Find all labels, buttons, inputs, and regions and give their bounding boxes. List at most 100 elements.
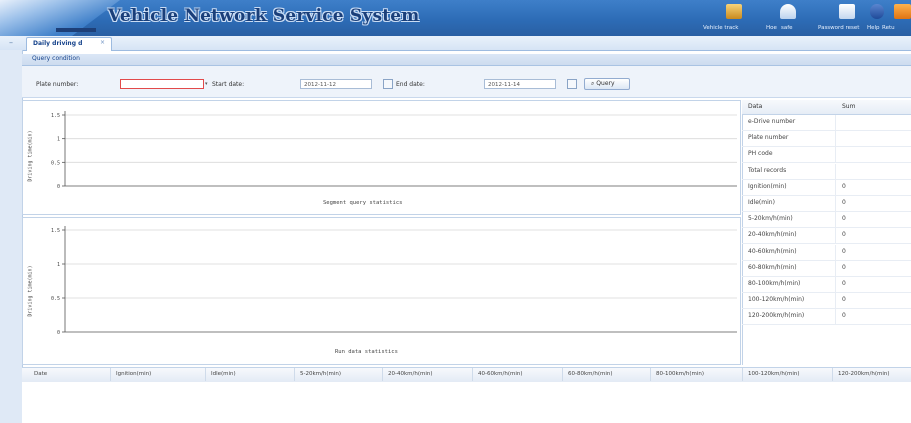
run-data-chart-svg: 0 0.5 1 1.5 xyxy=(51,226,737,336)
end-calendar-icon[interactable] xyxy=(567,79,577,89)
summary-row[interactable]: Total records xyxy=(742,163,911,180)
summary-row[interactable]: PH code xyxy=(742,147,911,164)
summary-row-divider xyxy=(835,244,836,260)
start-calendar-icon[interactable] xyxy=(383,79,393,89)
brand-logo xyxy=(56,28,96,32)
summary-row-value: 0 xyxy=(842,280,846,287)
summary-row[interactable]: Plate number xyxy=(742,131,911,148)
chart-title: Run data statistics xyxy=(335,349,398,355)
query-heading: Query condition xyxy=(32,55,80,62)
query-button[interactable]: ⌕ Query xyxy=(584,78,630,90)
app-title: Vehicle Network Service System xyxy=(108,6,420,26)
help-link[interactable]: Help xyxy=(867,25,880,31)
summary-row-divider xyxy=(835,179,836,195)
detail-col-divider xyxy=(382,368,383,381)
summary-row-value: 0 xyxy=(842,263,846,271)
summary-row-value: 0 xyxy=(842,247,846,255)
return-link[interactable]: Retu xyxy=(882,25,895,31)
plate-number-input[interactable] xyxy=(120,79,204,89)
summary-row-divider xyxy=(835,115,836,130)
detail-grid-body xyxy=(22,382,911,423)
help-icon[interactable] xyxy=(870,4,884,19)
summary-row-value: 0 xyxy=(842,231,846,239)
end-date-input[interactable]: 2012-11-14 xyxy=(484,79,556,89)
summary-row-key: 120-200km/h(min) xyxy=(748,312,805,320)
detail-col-header[interactable]: 40-60km/h(min) xyxy=(478,371,523,377)
summary-row[interactable]: 5-20km/h(min) 0 xyxy=(742,212,911,229)
summary-col-sum[interactable]: Sum xyxy=(842,103,855,110)
plate-dropdown-icon[interactable]: ▾ xyxy=(205,81,208,87)
summary-row[interactable]: e-Drive number xyxy=(742,115,911,131)
detail-col-header[interactable]: 5-20km/h(min) xyxy=(300,371,341,377)
summary-row[interactable]: 120-200km/h(min) 0 xyxy=(742,309,911,326)
summary-row-divider xyxy=(835,212,836,228)
summary-row-divider xyxy=(835,293,836,309)
summary-row-divider xyxy=(835,277,836,292)
app-header: Vehicle Network Service System Vehicle t… xyxy=(0,0,911,36)
detail-col-header[interactable]: 100-120km/h(min) xyxy=(748,371,800,377)
password-reset-link[interactable]: Password reset xyxy=(818,25,859,31)
start-date-input[interactable]: 2012-11-12 xyxy=(300,79,372,89)
detail-col-header[interactable]: 120-200km/h(min) xyxy=(838,371,890,377)
search-icon: ⌕ xyxy=(591,80,595,87)
summary-row-divider xyxy=(835,131,836,147)
y-axis-label: Driving time(min) xyxy=(27,130,34,182)
summary-row-divider xyxy=(835,309,836,325)
summary-row-value: 0 xyxy=(842,312,846,320)
summary-row[interactable]: 60-80km/h(min) 0 xyxy=(742,260,911,277)
safe-link[interactable]: safe xyxy=(781,25,793,31)
summary-row-value: 0 xyxy=(842,296,846,304)
home-icon[interactable] xyxy=(780,4,796,19)
detail-col-header[interactable]: 60-80km/h(min) xyxy=(568,371,613,377)
detail-col-header[interactable]: Date xyxy=(34,371,47,377)
summary-row[interactable]: 80-100km/h(min) 0 xyxy=(742,277,911,293)
password-reset-icon[interactable] xyxy=(839,4,855,19)
summary-row-key: 40-60km/h(min) xyxy=(748,247,797,255)
y-tick-label: 0.5 xyxy=(51,296,60,302)
left-sidebar xyxy=(0,50,23,423)
y-tick-label: 0 xyxy=(57,330,60,336)
segment-query-chart-svg: 0 0.5 1 1.5 xyxy=(51,111,737,190)
summary-row-key: Ignition(min) xyxy=(748,182,787,190)
y-tick-label: 1 xyxy=(57,137,60,143)
vehicle-track-link[interactable]: Vehicle track xyxy=(703,25,738,31)
summary-row-key: 20-40km/h(min) xyxy=(748,231,797,239)
y-axis-label: Driving time(min) xyxy=(27,265,34,317)
summary-row[interactable]: 40-60km/h(min) 0 xyxy=(742,244,911,261)
segment-query-chart: 0 0.5 1 1.5 Segment query statistics Drivin… xyxy=(22,100,741,215)
summary-row-divider xyxy=(835,260,836,276)
summary-row-key: 80-100km/h(min) xyxy=(748,280,801,287)
collapse-arrow-icon[interactable]: – xyxy=(9,38,13,47)
return-icon[interactable] xyxy=(894,4,911,19)
detail-col-header[interactable]: Ignition(min) xyxy=(116,371,151,377)
close-tab-icon[interactable]: × xyxy=(100,39,105,46)
tab-daily-driving[interactable]: Daily driving d × xyxy=(26,37,112,51)
summary-grid-header: Data Sum xyxy=(742,100,911,115)
summary-row[interactable]: 20-40km/h(min) 0 xyxy=(742,228,911,245)
detail-col-divider xyxy=(650,368,651,381)
home-link[interactable]: Hoe xyxy=(766,25,777,31)
vehicle-track-icon[interactable] xyxy=(726,4,742,19)
summary-row-divider xyxy=(835,228,836,244)
y-tick-label: 0 xyxy=(57,184,60,190)
detail-col-divider xyxy=(742,368,743,381)
summary-row[interactable]: 100-120km/h(min) 0 xyxy=(742,293,911,310)
detail-col-header[interactable]: Idle(min) xyxy=(211,371,236,377)
summary-col-data[interactable]: Data xyxy=(748,103,762,110)
summary-row[interactable]: Ignition(min) 0 xyxy=(742,179,911,196)
summary-row-divider xyxy=(835,147,836,163)
summary-row-key: e-Drive number xyxy=(748,118,796,125)
y-tick-label: 1.5 xyxy=(51,113,60,119)
detail-col-divider xyxy=(562,368,563,381)
summary-row-key: 100-120km/h(min) xyxy=(748,296,805,304)
detail-col-divider xyxy=(110,368,111,381)
summary-row-key: Idle(min) xyxy=(748,199,775,206)
detail-col-header[interactable]: 80-100km/h(min) xyxy=(656,371,704,377)
summary-row[interactable]: Idle(min) 0 xyxy=(742,196,911,212)
summary-row-value: 0 xyxy=(842,199,846,206)
tab-bar: – Daily driving d × xyxy=(0,36,911,51)
summary-row-divider xyxy=(835,163,836,179)
detail-col-header[interactable]: 20-40km/h(min) xyxy=(388,371,433,377)
summary-row-divider xyxy=(835,196,836,211)
summary-row-value: 0 xyxy=(842,215,846,223)
